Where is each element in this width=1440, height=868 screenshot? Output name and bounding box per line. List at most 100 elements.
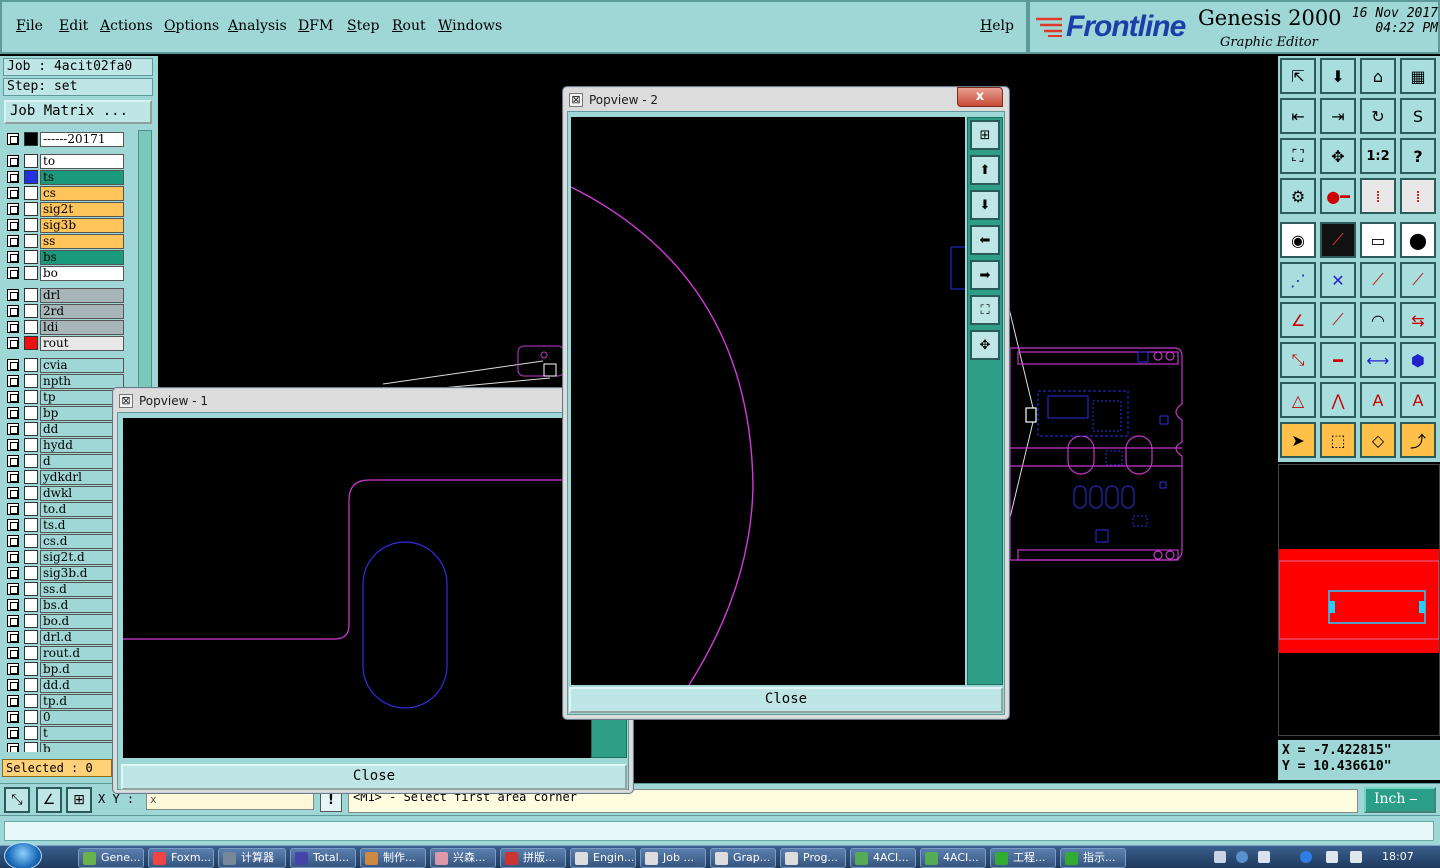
horizontal-line-icon[interactable]: ━ <box>1320 342 1356 378</box>
layer-row[interactable]: d <box>4 454 128 469</box>
layer-color-swatch[interactable] <box>24 486 38 500</box>
layer-color-swatch[interactable] <box>24 438 38 452</box>
menu-options[interactable]: Options <box>164 18 219 34</box>
popview-zoom-in-icon[interactable]: ⊞ <box>970 120 1000 150</box>
layer-checkbox[interactable] <box>7 375 19 387</box>
arc-tool-icon[interactable]: ◠ <box>1360 302 1396 338</box>
zoom-ratio-icon[interactable]: 1:2 <box>1360 138 1396 174</box>
mirror-tool-icon[interactable]: ⇆ <box>1400 302 1436 338</box>
layer-checkbox[interactable] <box>7 695 19 707</box>
layer-row[interactable]: ldi <box>4 320 128 335</box>
browser-tray-icon[interactable] <box>1300 851 1312 863</box>
layer-row[interactable]: sig2t <box>4 202 128 217</box>
layer-row[interactable]: ts.d <box>4 518 128 533</box>
edit-line-icon[interactable]: ⟋ <box>1320 302 1356 338</box>
peak-tool-icon[interactable]: ⋀ <box>1320 382 1356 418</box>
taskbar-item[interactable]: 计算器 <box>218 848 286 868</box>
layer-row[interactable]: cs.d <box>4 534 128 549</box>
layer-color-swatch[interactable] <box>24 234 38 248</box>
taskbar-item[interactable]: 拼版... <box>500 848 566 868</box>
layer-name[interactable]: npth <box>40 374 124 389</box>
layer-row[interactable]: sig3b.d <box>4 566 128 581</box>
layer-color-swatch[interactable] <box>24 662 38 676</box>
layer-row[interactable]: dd.d <box>4 678 128 693</box>
taskbar-item[interactable]: 兴森... <box>430 848 496 868</box>
layer-stack-red-icon[interactable]: ⁞ <box>1360 178 1396 214</box>
layer-color-swatch[interactable] <box>24 170 38 184</box>
taskbar-item[interactable]: Total... <box>290 848 356 868</box>
menu-rout[interactable]: Rout <box>392 18 426 34</box>
layer-row[interactable]: ydkdrl <box>4 470 128 485</box>
layer-color-swatch[interactable] <box>24 358 38 372</box>
pan-down-icon[interactable]: ⬇ <box>1320 58 1356 94</box>
layer-checkbox[interactable] <box>7 407 19 419</box>
measure-angle-icon[interactable]: ∠ <box>36 787 62 813</box>
taskbar-item[interactable]: Grap... <box>710 848 776 868</box>
layer-name[interactable]: ldi <box>40 320 124 335</box>
settings-sliders-icon[interactable]: ⚙ <box>1280 178 1316 214</box>
angle-tool-icon[interactable]: ∠ <box>1280 302 1316 338</box>
layer-checkbox[interactable] <box>7 743 19 752</box>
layer-row[interactable]: to <box>4 154 128 169</box>
layer-checkbox[interactable] <box>7 727 19 739</box>
layer-row[interactable]: sig2t.d <box>4 550 128 565</box>
zoom-area-icon[interactable]: ⤡ <box>4 787 30 813</box>
layer-checkbox[interactable] <box>7 187 19 199</box>
taskbar-item[interactable]: 4ACI... <box>850 848 916 868</box>
layer-checkbox[interactable] <box>7 519 19 531</box>
unit-selector[interactable]: Inch ⎯ <box>1364 787 1436 813</box>
menu-step[interactable]: Step <box>347 18 379 34</box>
layer-checkbox[interactable] <box>7 133 19 145</box>
ruler-icon[interactable]: ▭ <box>1360 222 1396 258</box>
layer-name[interactable]: rout <box>40 336 124 351</box>
popview-zoom-out-icon[interactable]: ✥ <box>970 330 1000 360</box>
menu-analysis[interactable]: Analysis <box>228 18 287 34</box>
layer-checkbox[interactable] <box>7 455 19 467</box>
taskbar-item[interactable]: 制作... <box>360 848 426 868</box>
layer-checkbox[interactable] <box>7 267 19 279</box>
layer-name[interactable]: bs <box>40 250 124 265</box>
fit-screen-icon[interactable]: ⛶ <box>1280 138 1316 174</box>
popview-2-close-button[interactable]: Close <box>569 687 1003 713</box>
resize-icon[interactable]: ⟷ <box>1360 342 1396 378</box>
pads-group-icon[interactable]: ⬢ <box>1400 342 1436 378</box>
layer-color-swatch[interactable] <box>24 694 38 708</box>
layer-color-swatch[interactable] <box>24 566 38 580</box>
layer-checkbox[interactable] <box>7 551 19 563</box>
popview-pan-left-icon[interactable]: ⬅ <box>970 225 1000 255</box>
layer-checkbox[interactable] <box>7 305 19 317</box>
measure-probe-icon[interactable]: ●━ <box>1320 178 1356 214</box>
layer-checkbox[interactable] <box>7 289 19 301</box>
layer-row[interactable]: rout.d <box>4 646 128 661</box>
popview-2-canvas[interactable] <box>571 117 965 685</box>
taskbar-item[interactable]: Gene... <box>78 848 144 868</box>
grid-icon[interactable]: ⊞ <box>66 787 92 813</box>
layer-checkbox[interactable] <box>7 647 19 659</box>
add-line-alt-icon[interactable]: ⟋ <box>1400 262 1436 298</box>
layer-name[interactable]: ss <box>40 234 124 249</box>
layer-row[interactable]: hydd <box>4 438 128 453</box>
start-button[interactable] <box>4 842 42 868</box>
menu-help[interactable]: Help <box>980 18 1014 34</box>
taskbar-item[interactable]: Engin... <box>570 848 636 868</box>
layer-row[interactable]: 2rd <box>4 304 128 319</box>
layer-color-swatch[interactable] <box>24 454 38 468</box>
layer-row[interactable]: t <box>4 726 128 741</box>
layer-row[interactable]: bp <box>4 406 128 421</box>
pin-tray-icon[interactable] <box>1258 851 1270 863</box>
layer-color-swatch[interactable] <box>24 406 38 420</box>
layer-color-swatch[interactable] <box>24 726 38 740</box>
layer-checkbox[interactable] <box>7 599 19 611</box>
keyboard-tray-icon[interactable] <box>1214 851 1226 863</box>
layer-stack-red-alt-icon[interactable]: ⁞ <box>1400 178 1436 214</box>
layer-checkbox[interactable] <box>7 679 19 691</box>
network-tray-icon[interactable] <box>1326 851 1338 863</box>
job-matrix-button[interactable]: Job Matrix ... <box>4 100 152 124</box>
layer-row[interactable]: drl.d <box>4 630 128 645</box>
add-line-icon[interactable]: ⟋ <box>1360 262 1396 298</box>
layer-name[interactable]: ts <box>40 170 124 185</box>
measure-line-icon[interactable]: ⟋ <box>1320 222 1356 258</box>
layer-color-swatch[interactable] <box>24 218 38 232</box>
layer-row[interactable]: sig3b <box>4 218 128 233</box>
help-icon[interactable]: ? <box>1400 138 1436 174</box>
